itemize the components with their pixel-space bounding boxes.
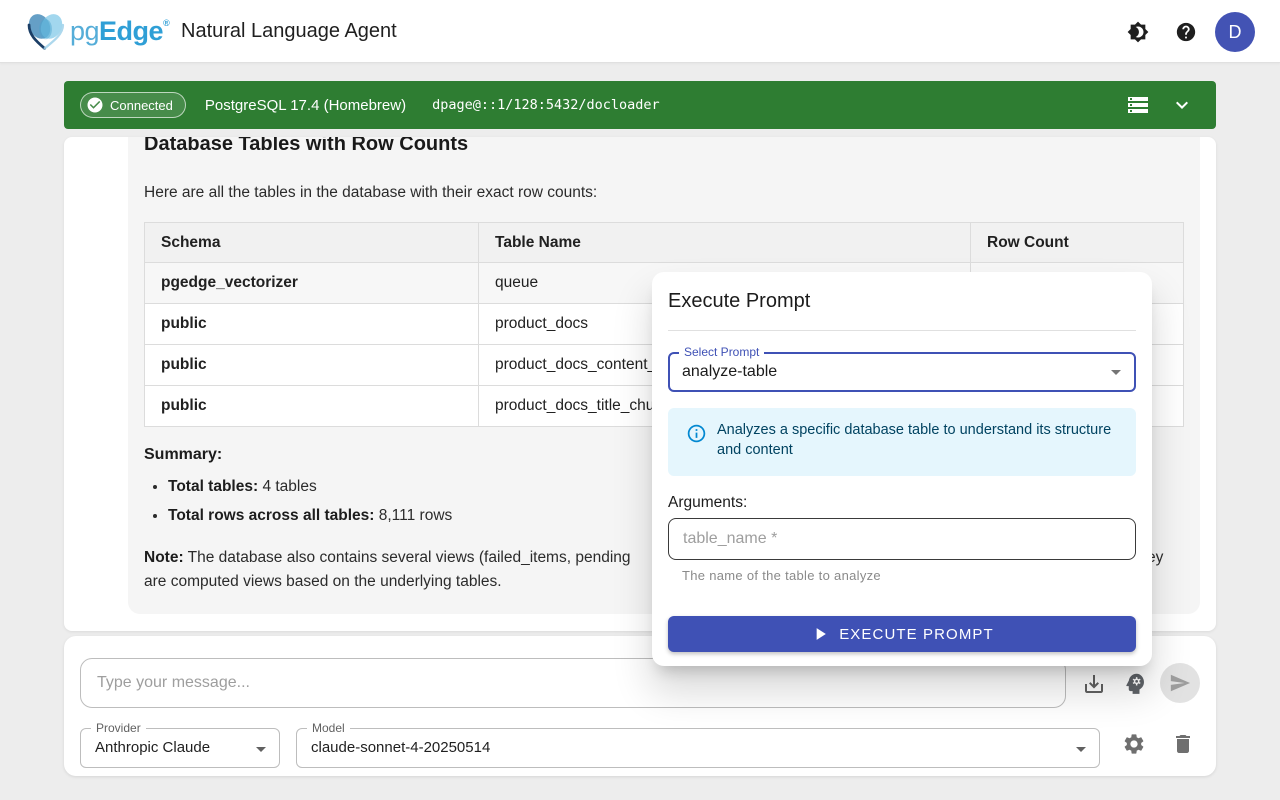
dropdown-caret-icon <box>1104 360 1128 384</box>
provider-select[interactable]: Provider Anthropic Claude <box>80 728 280 768</box>
model-select[interactable]: Model claude-sonnet-4-20250514 <box>296 728 1100 768</box>
download-icon[interactable] <box>1082 672 1106 696</box>
select-prompt-value: analyze-table <box>682 354 777 390</box>
provider-value: Anthropic Claude <box>95 729 210 767</box>
connection-string: dpage@::1/128:5432/docloader <box>432 97 660 113</box>
cell-schema: public <box>145 304 479 345</box>
chevron-down-icon[interactable] <box>1170 93 1194 117</box>
cell-schema: public <box>145 386 479 427</box>
dark-mode-toggle-icon[interactable] <box>1127 21 1149 43</box>
dialog-title: Execute Prompt <box>668 290 810 313</box>
play-icon <box>810 624 830 644</box>
connection-bar: Connected PostgreSQL 17.4 (Homebrew) dpa… <box>64 81 1216 129</box>
column-header-row-count: Row Count <box>971 223 1184 263</box>
prompt-description-text: Analyzes a specific database table to un… <box>717 420 1125 460</box>
column-header-schema: Schema <box>145 223 479 263</box>
summary-bullet: Total tables: 4 tables <box>168 478 452 496</box>
help-icon[interactable] <box>1175 21 1197 43</box>
cell-schema: pgedge_vectorizer <box>145 263 479 304</box>
avatar[interactable]: D <box>1215 12 1255 52</box>
execute-prompt-button[interactable]: EXECUTE PROMPT <box>668 616 1136 652</box>
check-circle-icon <box>86 96 104 114</box>
table-name-field[interactable] <box>668 518 1136 560</box>
column-header-table-name: Table Name <box>479 223 971 263</box>
gear-icon[interactable] <box>1122 732 1146 756</box>
connection-status-badge: Connected <box>80 92 186 118</box>
table-name-helper-text: The name of the table to analyze <box>682 568 881 583</box>
pgedge-logo-text: pgEdge® <box>70 16 169 47</box>
send-button[interactable] <box>1160 663 1200 703</box>
message-intro: Here are all the tables in the database … <box>144 184 597 202</box>
table-header-row: Schema Table Name Row Count <box>145 223 1184 263</box>
select-prompt-dropdown[interactable]: Select Prompt analyze-table <box>668 352 1136 392</box>
summary-title: Summary: <box>144 446 452 464</box>
summary-section: Summary: Total tables: 4 tables Total ro… <box>144 446 452 536</box>
psychology-icon[interactable] <box>1123 671 1148 696</box>
model-value: claude-sonnet-4-20250514 <box>311 729 490 767</box>
info-icon <box>686 423 707 444</box>
send-icon <box>1169 672 1191 694</box>
app-header: pgEdge® Natural Language Agent D <box>0 0 1280 63</box>
server-version-label: PostgreSQL 17.4 (Homebrew) <box>205 97 406 114</box>
dialog-divider <box>668 330 1136 331</box>
summary-bullet: Total rows across all tables: 8,111 rows <box>168 507 452 525</box>
storage-icon[interactable] <box>1126 93 1150 117</box>
dropdown-caret-icon <box>249 737 273 761</box>
pgedge-heart-icon <box>24 9 68 53</box>
execute-prompt-dialog: Execute Prompt Select Prompt analyze-tab… <box>652 272 1152 666</box>
trash-icon[interactable] <box>1171 732 1195 756</box>
pgedge-logo: pgEdge® <box>24 9 169 53</box>
cell-schema: public <box>145 345 479 386</box>
arguments-label: Arguments: <box>668 494 747 512</box>
message-heading: Database Tables with Row Counts <box>144 137 468 156</box>
connection-status-label: Connected <box>110 98 173 113</box>
prompt-description-alert: Analyzes a specific database table to un… <box>668 408 1136 476</box>
dropdown-caret-icon <box>1069 737 1093 761</box>
page-title: Natural Language Agent <box>181 0 397 63</box>
